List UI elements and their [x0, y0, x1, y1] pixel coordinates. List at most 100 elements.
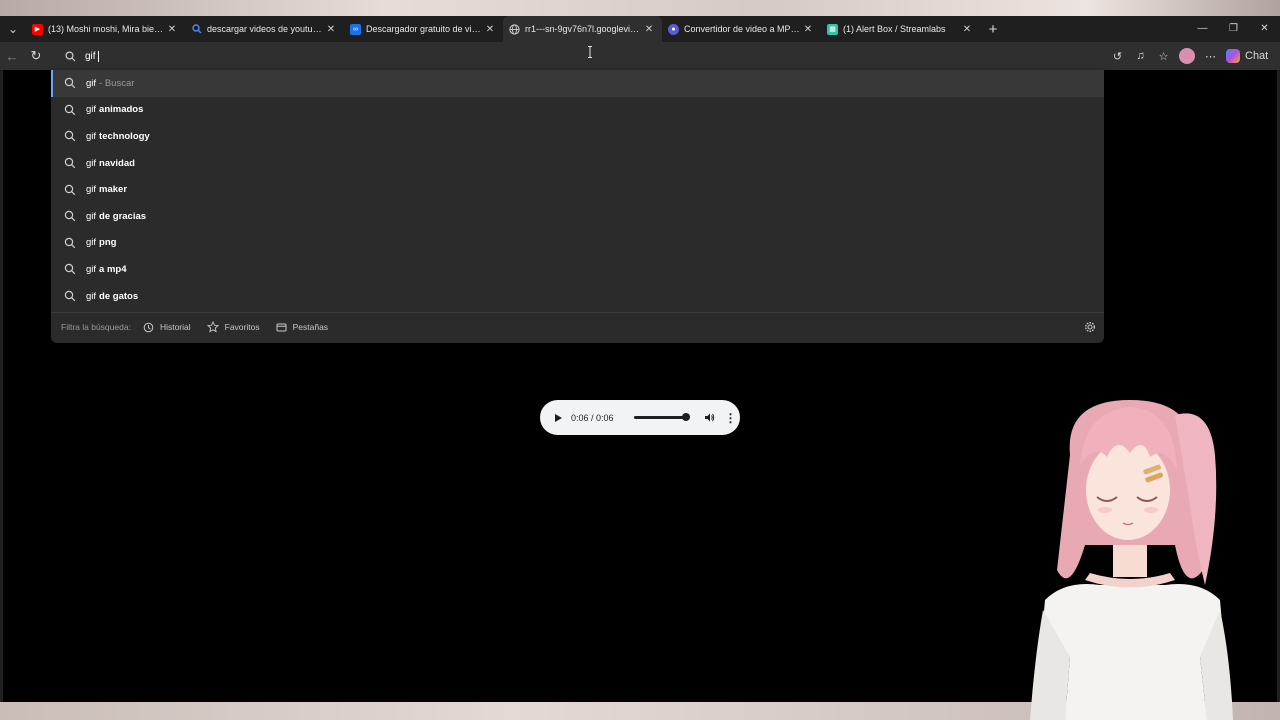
suggestion-query: gif: [86, 237, 97, 249]
suggestion-completion: maker: [99, 184, 128, 196]
filters-label: Filtra la búsqueda:: [61, 322, 131, 333]
more-options-icon[interactable]: ⋯: [1199, 50, 1222, 63]
restore-icon[interactable]: ❐: [1218, 16, 1249, 42]
more-options-icon[interactable]: ⋮: [725, 411, 737, 425]
chat-label: Chat: [1245, 50, 1269, 62]
search-icon: [64, 131, 76, 142]
search-icon: [64, 290, 76, 302]
audio-time: 0:06 / 0:06: [571, 412, 614, 423]
refresh-extension-icon[interactable]: ↺: [1106, 50, 1129, 63]
text-caret: [97, 50, 99, 62]
converter-icon: ●: [668, 23, 679, 35]
copilot-chat-button[interactable]: Chat: [1222, 49, 1272, 63]
suggestion-query: gif: [86, 104, 97, 116]
search-icon: [65, 50, 76, 61]
filter-tabs-label: Pestañas: [292, 322, 329, 333]
profile-avatar[interactable]: [1179, 48, 1195, 64]
tab-label: Descargador gratuito de videos de: [366, 24, 483, 34]
suggestion-list: gif - Buscar gif animados gif technology gif na…: [51, 70, 1104, 309]
suggestion-item[interactable]: gif a mp4: [51, 256, 1104, 283]
tabs-icon: [276, 323, 287, 332]
downloader-icon: ∞: [350, 23, 361, 35]
search-icon: [64, 264, 76, 275]
suggestion-completion: animados: [99, 104, 144, 116]
filter-favorites-label: Favoritos: [224, 322, 260, 333]
tab-label: (1) Alert Box / Streamlabs: [843, 24, 946, 34]
window-close-icon[interactable]: ✕: [1249, 16, 1280, 42]
toolbar-right-actions: ↺ ♫ ☆ ⋯ Chat: [1106, 42, 1272, 70]
suggestion-item[interactable]: gif - Buscar: [51, 70, 1104, 97]
tab-search[interactable]: descargar videos de youtube - Bús ✕: [185, 16, 344, 42]
gear-icon[interactable]: [1084, 321, 1096, 333]
tab-strip: ⌄ ▶ (13) Moshi moshi, Mira bien hdtp ✕ d…: [0, 16, 1280, 42]
tab-label: (13) Moshi moshi, Mira bien hdtp: [48, 24, 165, 34]
suggestion-item[interactable]: gif technology: [51, 123, 1104, 150]
close-icon[interactable]: ✕: [642, 24, 656, 35]
suggestion-completion: de gracias: [99, 210, 147, 222]
tab-label: Convertidor de video a MP3 - Free: [684, 24, 801, 34]
close-icon[interactable]: ✕: [324, 24, 338, 35]
search-icon: [191, 24, 202, 35]
browser-toolbar: ← ↻ gif ↺ ♫ ☆ ⋯ Chat: [0, 42, 1280, 70]
reload-icon[interactable]: ↻: [24, 48, 48, 64]
close-icon[interactable]: ✕: [801, 24, 815, 35]
streamlabs-icon: ▦: [827, 23, 838, 35]
tab-converter[interactable]: ● Convertidor de video a MP3 - Free ✕: [662, 16, 821, 42]
search-icon: [64, 157, 76, 169]
suggestion-completion: de gatos: [99, 290, 139, 302]
suggestion-action-label: - Buscar: [99, 77, 135, 89]
globe-icon: [509, 23, 520, 35]
address-input-value[interactable]: gif: [85, 51, 96, 62]
progress-thumb[interactable]: [681, 413, 690, 421]
youtube-icon: ▶: [32, 23, 43, 35]
audio-progress-slider[interactable]: [633, 413, 690, 421]
suggestion-query: gif: [86, 157, 97, 169]
favorites-star-icon[interactable]: ☆: [1152, 50, 1175, 63]
extension-music-icon[interactable]: ♫: [1129, 50, 1152, 62]
close-icon[interactable]: ✕: [165, 24, 179, 35]
suggestion-query: gif: [86, 184, 97, 196]
suggestion-completion: navidad: [99, 157, 135, 169]
filter-tabs-button[interactable]: Pestañas: [276, 322, 328, 333]
vtuber-avatar-image: [1030, 400, 1233, 720]
omnibox-suggestions-dropdown: gif - Buscar gif animados gif technology gif na…: [51, 70, 1104, 343]
suggestion-item[interactable]: gif de gracias: [51, 203, 1104, 230]
filter-history-label: Historial: [159, 322, 191, 333]
close-icon[interactable]: ✕: [960, 24, 974, 35]
history-icon: [143, 322, 154, 333]
close-icon[interactable]: ✕: [483, 24, 497, 35]
audio-player: 0:06 / 0:06 ⋮: [540, 400, 740, 435]
suggestion-completion: technology: [99, 130, 150, 142]
suggestion-item[interactable]: gif de gatos: [51, 283, 1104, 310]
tab-actions-chevron-down-icon[interactable]: ⌄: [0, 16, 26, 42]
suggestion-query: gif: [86, 210, 97, 222]
search-icon: [64, 237, 76, 249]
search-icon: [64, 104, 76, 116]
search-icon: [64, 184, 76, 195]
desktop-background-top: [0, 0, 1280, 16]
suggestion-completion: a mp4: [99, 263, 127, 275]
filter-favorites-button[interactable]: Favoritos: [206, 321, 260, 333]
minimize-icon[interactable]: —: [1187, 16, 1218, 42]
search-filters: Filtra la búsqueda: Historial Favoritos …: [51, 313, 1104, 341]
new-tab-plus-icon[interactable]: +: [980, 21, 1006, 38]
volume-icon[interactable]: [704, 412, 715, 423]
suggestion-completion: png: [99, 237, 117, 249]
text-cursor-icon: [588, 46, 592, 58]
tab-downloader[interactable]: ∞ Descargador gratuito de videos de ✕: [344, 16, 503, 42]
play-icon[interactable]: [553, 413, 563, 423]
search-icon: [64, 211, 76, 222]
address-bar[interactable]: gif: [51, 42, 1104, 70]
suggestion-item[interactable]: gif maker: [51, 176, 1104, 203]
back-arrow-icon[interactable]: ←: [0, 49, 24, 64]
suggestion-item[interactable]: gif navidad: [51, 150, 1104, 177]
tab-label: rr1---sn-9gv76n7l.googlevideo.co: [525, 24, 642, 34]
star-icon: [206, 321, 219, 333]
tab-label: descargar videos de youtube - Bús: [207, 24, 324, 34]
tab-streamlabs[interactable]: ▦ (1) Alert Box / Streamlabs ✕: [821, 16, 980, 42]
suggestion-item[interactable]: gif png: [51, 230, 1104, 257]
tab-youtube[interactable]: ▶ (13) Moshi moshi, Mira bien hdtp ✕: [26, 16, 185, 42]
tab-googlevideo[interactable]: rr1---sn-9gv76n7l.googlevideo.co ✕: [503, 16, 662, 42]
suggestion-item[interactable]: gif animados: [51, 97, 1104, 124]
filter-history-button[interactable]: Historial: [143, 322, 191, 333]
